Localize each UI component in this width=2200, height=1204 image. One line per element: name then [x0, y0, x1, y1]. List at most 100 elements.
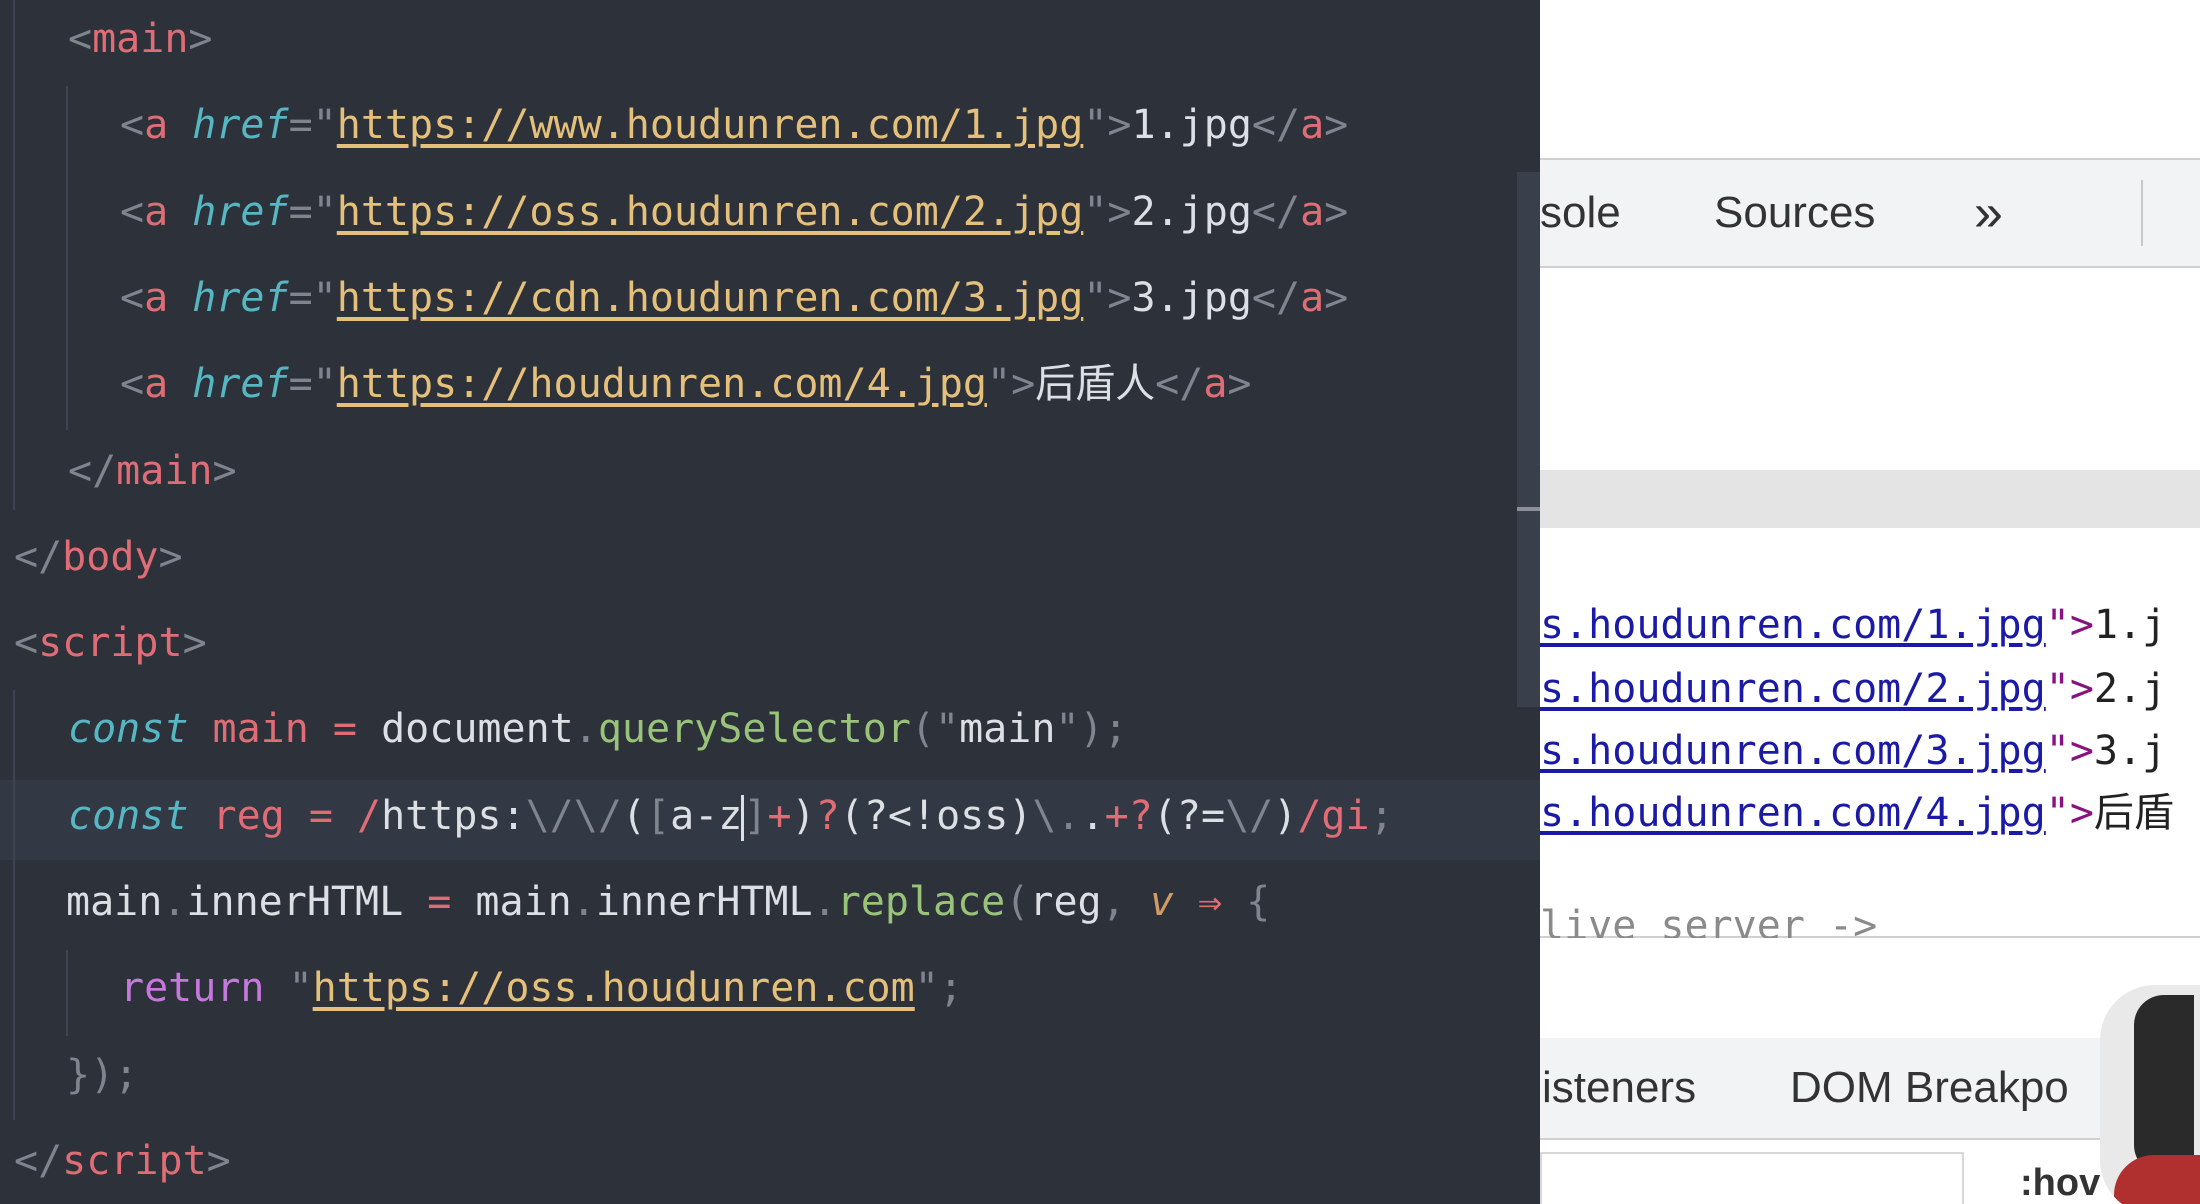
code-token: </ [1251, 274, 1301, 321]
dom-href-link[interactable]: s.houdunren.com/1.jpg [1540, 602, 2046, 648]
code-token: < [68, 16, 93, 62]
dom-node-row[interactable]: s.houdunren.com/4.jpg">后盾 [1540, 782, 2174, 844]
code-editor[interactable]: <main> <a href="https://www.houdunren.com… [0, 0, 1540, 1204]
code-token: body [62, 533, 159, 580]
code-token: > [1324, 188, 1349, 235]
panel-divider-bar[interactable] [1540, 470, 2200, 528]
code-token: const [68, 706, 213, 753]
code-token: main [212, 706, 333, 753]
code-token: , [1101, 879, 1150, 925]
editor-scrollbar[interactable] [1517, 172, 1540, 707]
code-token: > [188, 16, 213, 62]
code-token: "> [1083, 102, 1132, 149]
code-token: \/\/ [525, 792, 622, 839]
dom-text: 后盾 [2093, 790, 2174, 836]
dom-node-row[interactable]: s.houdunren.com/1.jpg">1.j [1540, 594, 2166, 656]
code-line[interactable]: }); [66, 1032, 138, 1118]
code-token: > [182, 620, 207, 667]
code-token: ) [1273, 792, 1298, 839]
code-token: ] [743, 792, 768, 839]
code-line[interactable]: return "https://oss.houdunren.com"; [120, 945, 963, 1031]
code-token: =" [288, 102, 337, 149]
code-token: < [120, 188, 145, 235]
code-token: { [1246, 879, 1271, 925]
tab-separator [2141, 180, 2143, 246]
code-token: > [206, 1137, 231, 1184]
code-line[interactable]: <script> [14, 600, 207, 686]
code-line[interactable]: const reg = /https:\/\/([a-z]+)?(?<!oss)… [68, 773, 1394, 859]
code-token: </ [1155, 361, 1204, 408]
code-token: href [192, 102, 289, 149]
dom-href-link[interactable]: s.houdunren.com/4.jpg [1540, 790, 2046, 836]
code-token: main [66, 879, 163, 925]
code-token: document [381, 706, 574, 753]
code-token: / [357, 792, 382, 839]
code-line[interactable]: <a href="https://houdunren.com/4.jpg">后盾… [120, 341, 1252, 427]
tab-dom-breakpoints[interactable]: DOM Breakpo [1790, 1038, 2069, 1138]
code-token: a [144, 274, 193, 321]
code-token: https://www.houdunren.com/1.jpg [336, 102, 1084, 149]
code-line[interactable]: const main = document.querySelector("mai… [68, 686, 1128, 772]
code-token: a [144, 102, 193, 149]
tab-sources[interactable]: Sources [1714, 160, 1875, 266]
code-token: href [192, 188, 289, 235]
code-token: +? [1104, 792, 1153, 839]
code-line[interactable]: <a href="https://cdn.houdunren.com/3.jpg… [120, 255, 1348, 341]
dom-text: 1.j [2093, 602, 2167, 648]
styles-filter-input[interactable] [1540, 1152, 1964, 1204]
code-token: replace [836, 879, 1006, 925]
indent-guide [13, 0, 15, 510]
code-token: > [1324, 102, 1349, 149]
code-token: a [1203, 361, 1228, 408]
code-token: (" [910, 706, 960, 753]
code-token: a-z [670, 792, 743, 839]
code-token: href [192, 274, 289, 321]
code-token: </ [1251, 102, 1301, 149]
code-token: \. [1032, 792, 1081, 839]
code-token: 1.jpg [1131, 102, 1252, 149]
code-token: https://oss.houdunren.com [312, 965, 915, 1012]
code-line[interactable]: <main> [68, 0, 213, 82]
more-tabs-icon[interactable]: » [1974, 160, 2003, 266]
code-token: . [573, 706, 598, 753]
code-token: v [1149, 879, 1198, 925]
code-token: < [120, 361, 145, 408]
code-token: "> [986, 361, 1036, 408]
code-token: main [475, 879, 572, 925]
indent-guide [13, 690, 15, 1120]
dom-node-row[interactable]: s.houdunren.com/3.jpg">3.j [1540, 720, 2166, 782]
code-line[interactable]: <a href="https://oss.houdunren.com/2.jpg… [120, 169, 1348, 255]
hov-toggle[interactable]: :hov [2020, 1158, 2100, 1204]
code-token: \/ [1225, 792, 1274, 839]
code-line[interactable]: <a href="https://www.houdunren.com/1.jpg… [120, 82, 1348, 168]
dom-text: 3.j [2093, 728, 2167, 774]
code-token: . [571, 879, 596, 925]
code-token: > [1324, 274, 1349, 321]
elements-dom-tree[interactable]: s.houdunren.com/1.jpg">1.j s.houdunren.c… [1540, 528, 2200, 946]
code-token: [ [646, 792, 671, 839]
code-token: "> [1083, 274, 1132, 321]
devtools-blank-area [1540, 268, 2200, 611]
code-line[interactable]: </main> [68, 428, 237, 514]
code-token: 后盾人 [1035, 361, 1156, 408]
code-line[interactable]: </script> [14, 1118, 231, 1204]
code-token: . [812, 879, 837, 925]
tab-console[interactable]: sole [1540, 160, 1621, 266]
code-token: (?<!oss) [839, 792, 1033, 839]
code-token: < [14, 620, 39, 667]
code-line[interactable]: main.innerHTML = main.innerHTML.replace(… [66, 859, 1270, 945]
tab-event-listeners[interactable]: isteners [1542, 1038, 1696, 1138]
webcam-overlay [2100, 985, 2200, 1204]
code-line[interactable]: </body> [14, 514, 183, 600]
code-token: ⇒ [1197, 879, 1247, 925]
code-token: 3.jpg [1131, 274, 1252, 321]
code-token: = [427, 879, 476, 925]
code-token: main [92, 16, 189, 62]
dom-href-link[interactable]: s.houdunren.com/2.jpg [1540, 666, 2046, 712]
dom-href-link[interactable]: s.houdunren.com/3.jpg [1540, 728, 2046, 774]
code-token: return [120, 965, 289, 1012]
dom-node-row[interactable]: s.houdunren.com/2.jpg">2.j [1540, 658, 2166, 720]
presenter-hair [2134, 995, 2194, 1175]
code-token: . [162, 879, 187, 925]
code-token: a [1300, 274, 1325, 321]
